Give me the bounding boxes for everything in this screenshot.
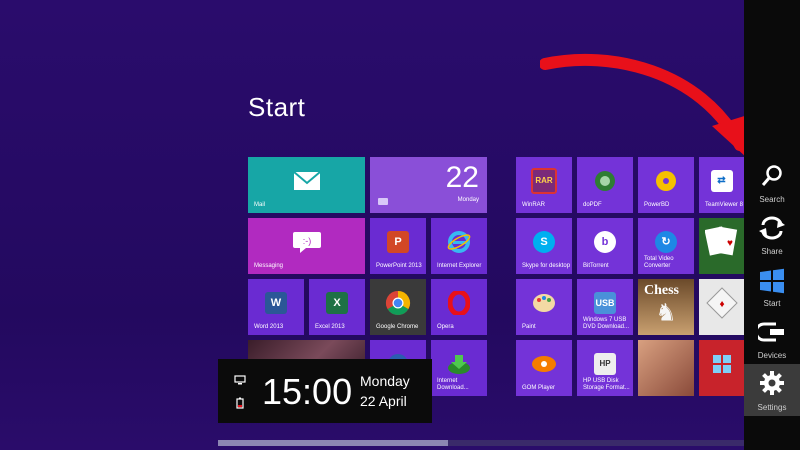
svg-text:♦: ♦ bbox=[719, 299, 724, 310]
charm-label: Start bbox=[763, 299, 781, 308]
tile-label: Internet Explorer bbox=[437, 263, 482, 269]
paint-palette-icon bbox=[532, 292, 556, 314]
tile-hp-usb-format[interactable]: HP HP USB Disk Storage Format... bbox=[577, 340, 633, 396]
tile-calendar[interactable]: 22 Monday bbox=[370, 157, 487, 213]
clock-time: 15:00 bbox=[262, 371, 353, 412]
windows-logo-icon bbox=[712, 354, 732, 374]
gom-player-icon bbox=[531, 355, 557, 373]
tile-windows7-usb[interactable]: USB Windows 7 USB DVD Download... bbox=[577, 279, 633, 335]
charm-search[interactable]: Search bbox=[744, 158, 800, 208]
tile-label: Google Chrome bbox=[376, 324, 419, 330]
tile-label: Total Video Converter bbox=[644, 256, 674, 269]
internet-download-manager-icon bbox=[447, 353, 471, 375]
tile-chrome[interactable]: Google Chrome bbox=[370, 279, 426, 335]
charms-bar: Search Share Start Devices Settings bbox=[744, 0, 800, 450]
tile-mail[interactable]: Mail bbox=[248, 157, 365, 213]
start-title: Start bbox=[248, 92, 306, 122]
tile-label: Skype for desktop bbox=[522, 263, 571, 269]
mail-icon bbox=[292, 170, 321, 191]
tile-label: Internet Download... bbox=[437, 378, 469, 391]
internet-explorer-icon bbox=[447, 230, 471, 254]
tile-opera[interactable]: Opera bbox=[431, 279, 487, 335]
devices-icon bbox=[758, 322, 784, 342]
charm-share[interactable]: Share bbox=[744, 210, 800, 260]
calendar-icon bbox=[378, 198, 388, 205]
tile-powerpoint[interactable]: P PowerPoint 2013 bbox=[370, 218, 426, 274]
bittorrent-icon: b bbox=[594, 230, 616, 253]
search-icon bbox=[761, 165, 782, 186]
tile-label: Messaging bbox=[254, 263, 284, 269]
charm-devices[interactable]: Devices bbox=[744, 314, 800, 364]
charm-label: Devices bbox=[757, 351, 787, 360]
start-screen: Start Mail 22 Monday :-) Messaging P Pow… bbox=[0, 0, 800, 450]
usb-drive-icon: USB bbox=[594, 291, 616, 314]
share-icon bbox=[759, 216, 785, 240]
tile-label: PowerPoint 2013 bbox=[376, 263, 422, 269]
tile-internet-explorer[interactable]: Internet Explorer bbox=[431, 218, 487, 274]
opera-icon bbox=[448, 290, 470, 315]
tile-label: HP USB Disk Storage Format... bbox=[583, 378, 630, 391]
hp-usb-icon: HP bbox=[594, 352, 616, 375]
chrome-icon bbox=[385, 290, 411, 316]
tile-photo-app[interactable] bbox=[638, 340, 694, 396]
tile-label: Windows 7 USB DVD Download... bbox=[583, 317, 630, 330]
charm-label: Settings bbox=[757, 403, 787, 412]
windows-logo-icon bbox=[760, 268, 784, 294]
tile-label: Excel 2013 bbox=[315, 324, 345, 330]
tile-word[interactable]: W Word 2013 bbox=[248, 279, 304, 335]
clock-date: 22 April bbox=[360, 393, 407, 409]
charm-label: Share bbox=[761, 247, 783, 256]
clock-overlay: 15:00 Monday 22 April bbox=[218, 359, 432, 423]
tile-chess[interactable]: Chess ♞ bbox=[638, 279, 694, 335]
scrollbar-thumb[interactable] bbox=[218, 440, 448, 446]
gear-icon bbox=[760, 371, 784, 395]
tile-label: doPDF bbox=[583, 202, 602, 208]
horizontal-scrollbar[interactable] bbox=[218, 440, 744, 446]
tile-messaging[interactable]: :-) Messaging bbox=[248, 218, 365, 274]
calendar-day: Monday bbox=[457, 197, 479, 203]
charm-label: Search bbox=[759, 195, 785, 204]
tile-excel[interactable]: X Excel 2013 bbox=[309, 279, 365, 335]
tile-mahjong[interactable]: ♦ bbox=[699, 279, 744, 335]
charm-start[interactable]: Start bbox=[744, 262, 800, 312]
tile-gom-player[interactable]: GOM Player bbox=[516, 340, 572, 396]
powerpoint-icon: P bbox=[387, 230, 409, 253]
svg-text:♥: ♥ bbox=[727, 238, 733, 249]
chess-knight-icon: ♞ bbox=[655, 299, 677, 327]
cards-icon: ♥ bbox=[704, 222, 739, 262]
tile-solitaire[interactable]: ♥ bbox=[699, 218, 744, 274]
tile-label: TeamViewer 8 bbox=[705, 202, 743, 208]
tile-label: Paint bbox=[522, 324, 536, 330]
tile-paint[interactable]: Paint bbox=[516, 279, 572, 335]
chess-title: Chess bbox=[644, 283, 680, 298]
tile-label: BitTorrent bbox=[583, 263, 609, 269]
word-icon: W bbox=[265, 291, 287, 314]
calendar-date: 22 bbox=[445, 161, 479, 194]
svg-text::-): :-) bbox=[302, 236, 311, 246]
tile-label: PowerBD bbox=[644, 202, 670, 208]
skype-icon: S bbox=[533, 230, 555, 253]
mahjong-icon: ♦ bbox=[705, 286, 739, 320]
excel-icon: X bbox=[326, 291, 348, 314]
tile-label: GOM Player bbox=[522, 385, 556, 391]
tile-total-video-converter[interactable]: ↻ Total Video Converter bbox=[638, 218, 694, 274]
messaging-icon: :-) bbox=[292, 231, 322, 253]
tile-bittorrent[interactable]: b BitTorrent bbox=[577, 218, 633, 274]
tile-windows-store[interactable] bbox=[699, 340, 744, 396]
tile-skype[interactable]: S Skype for desktop bbox=[516, 218, 572, 274]
network-icon bbox=[234, 375, 246, 385]
red-arrow-annotation bbox=[540, 53, 764, 168]
tile-label: Word 2013 bbox=[254, 324, 284, 330]
battery-icon bbox=[236, 397, 244, 409]
tile-label: WinRAR bbox=[522, 202, 546, 208]
clock-day: Monday bbox=[360, 373, 410, 389]
tile-idm[interactable]: Internet Download... bbox=[431, 340, 487, 396]
tile-label: Mail bbox=[254, 202, 266, 208]
tile-label: Opera bbox=[437, 324, 454, 330]
charm-settings[interactable]: Settings bbox=[744, 364, 800, 416]
video-converter-icon: ↻ bbox=[655, 230, 677, 253]
